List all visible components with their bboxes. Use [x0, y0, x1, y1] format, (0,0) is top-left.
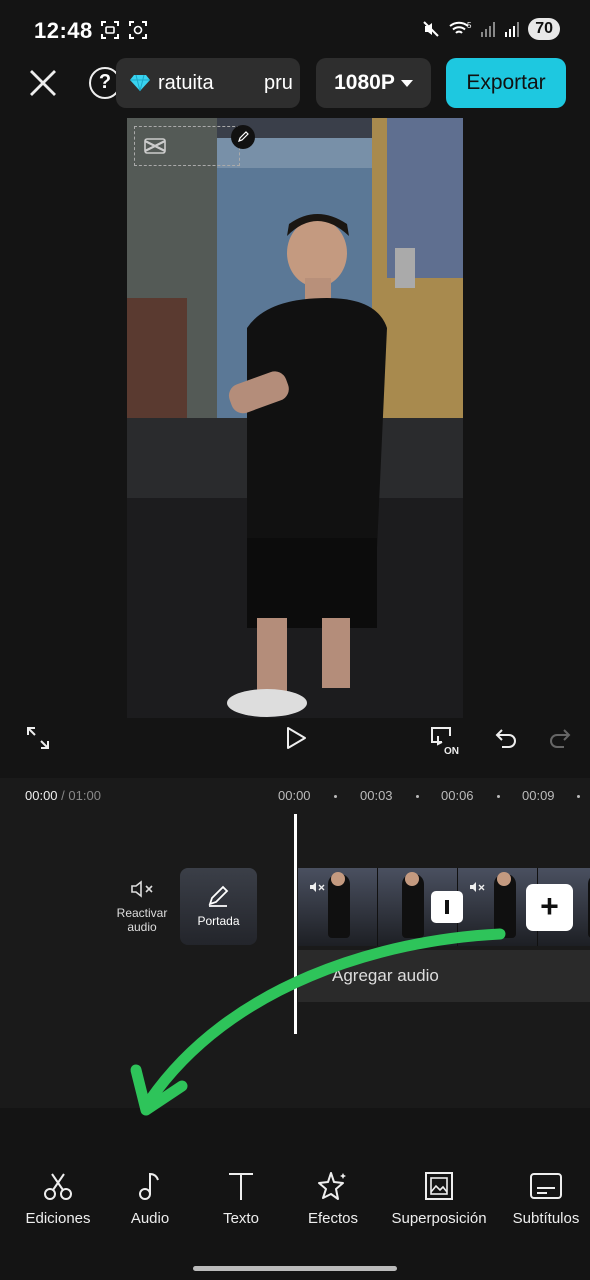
edit-watermark-button[interactable]: [231, 125, 255, 149]
resolution-dropdown[interactable]: 1080P: [316, 58, 431, 108]
keyframe-on-icon[interactable]: ON: [428, 724, 464, 756]
unmute-audio-button[interactable]: Reactivar audio: [112, 878, 172, 934]
tool-label: Ediciones: [25, 1210, 91, 1227]
tool-label: Subtítulos: [512, 1210, 580, 1227]
ruler-tick-label: 00:00: [278, 788, 311, 803]
pro-trial-button[interactable]: ratuita pru: [116, 58, 300, 108]
ruler-dot: [497, 795, 500, 798]
status-bar: 12:48 5 70: [0, 0, 590, 60]
playhead[interactable]: [294, 814, 297, 1034]
ruler-tick-label: 00:06: [441, 788, 474, 803]
text-icon: [229, 1173, 253, 1200]
home-indicator[interactable]: [193, 1266, 397, 1271]
capcut-logo-icon: [144, 138, 166, 154]
time-readout: 00:00 / 01:00: [25, 788, 101, 803]
watermark-placeholder[interactable]: [134, 125, 255, 166]
signal-icon-1: [481, 22, 496, 37]
speaker-muted-icon: [310, 882, 325, 892]
ruler-dot: [416, 795, 419, 798]
redo-icon[interactable]: [548, 726, 572, 750]
play-icon[interactable]: [284, 726, 308, 750]
svg-text:ON: ON: [444, 746, 459, 756]
video-frame-image: [127, 118, 463, 718]
unmute-audio-label: Reactivar audio: [116, 906, 168, 934]
speaker-muted-icon: [131, 880, 153, 898]
screen-record-icon: [129, 21, 147, 39]
signal-label: 5: [467, 21, 472, 30]
video-preview[interactable]: [127, 118, 463, 718]
tool-texto[interactable]: Texto: [206, 1170, 276, 1227]
undo-icon[interactable]: [494, 726, 518, 750]
mute-icon: [423, 21, 439, 37]
pencil-icon: [238, 131, 249, 142]
timeline-panel[interactable]: 00:00 / 01:00 00:00 00:03 00:06 00:09 Re…: [0, 778, 590, 1108]
tool-ediciones[interactable]: Ediciones: [18, 1170, 98, 1227]
pro-trial-label: ratuita: [158, 71, 214, 94]
scissors-icon: [44, 1173, 72, 1200]
cover-button[interactable]: Portada: [180, 868, 257, 945]
subtitles-icon: [530, 1173, 562, 1199]
tool-efectos[interactable]: Efectos: [300, 1170, 366, 1227]
resolution-value: 1080P: [334, 71, 395, 94]
bottom-toolbar: Ediciones Audio Texto Efectos Superposic…: [0, 1160, 590, 1240]
transition-button[interactable]: [431, 891, 463, 923]
add-audio-track[interactable]: Agregar audio: [298, 950, 590, 1002]
pro-trial-suffix: pru: [264, 71, 293, 94]
tool-label: Superposición: [391, 1210, 487, 1227]
fullscreen-icon[interactable]: [26, 726, 50, 750]
overlay-image-icon: [425, 1172, 453, 1200]
status-system-icons: 5 70: [422, 18, 560, 40]
editor-top-bar: ? ratuita pru 1080P Exportar: [0, 56, 590, 112]
diamond-icon: [130, 74, 150, 92]
total-time: / 01:00: [61, 788, 101, 803]
ruler-tick-label: 00:09: [522, 788, 555, 803]
current-time: 00:00: [25, 788, 58, 803]
signal-icon-2: [505, 22, 520, 37]
playback-controls: ON: [0, 720, 590, 764]
add-clip-button[interactable]: +: [526, 884, 573, 931]
status-notification-icons: [100, 20, 148, 40]
battery-indicator: 70: [528, 18, 560, 40]
close-icon[interactable]: [26, 66, 60, 100]
pencil-icon: [208, 885, 229, 907]
tool-label: Texto: [223, 1210, 259, 1227]
ruler-dot: [334, 795, 337, 798]
ruler-tick-label: 00:03: [360, 788, 393, 803]
speaker-muted-icon: [470, 882, 485, 892]
status-time: 12:48: [34, 18, 93, 43]
music-note-icon: [139, 1172, 159, 1200]
ruler-dot: [577, 795, 580, 798]
clip-thumbnail[interactable]: [298, 868, 378, 946]
chevron-down-icon: [400, 79, 413, 87]
cover-label: Portada: [197, 914, 240, 928]
tool-subtitulos[interactable]: Subtítulos: [504, 1170, 588, 1227]
export-button[interactable]: Exportar: [446, 58, 566, 108]
tool-label: Efectos: [307, 1210, 359, 1227]
tool-label: Audio: [130, 1210, 170, 1227]
screenshot-icon: [101, 21, 119, 39]
wifi-icon: 5: [449, 21, 472, 34]
tool-audio[interactable]: Audio: [112, 1170, 188, 1227]
sparkle-star-icon: [318, 1172, 346, 1200]
tool-superposicion[interactable]: Superposición: [384, 1170, 494, 1227]
